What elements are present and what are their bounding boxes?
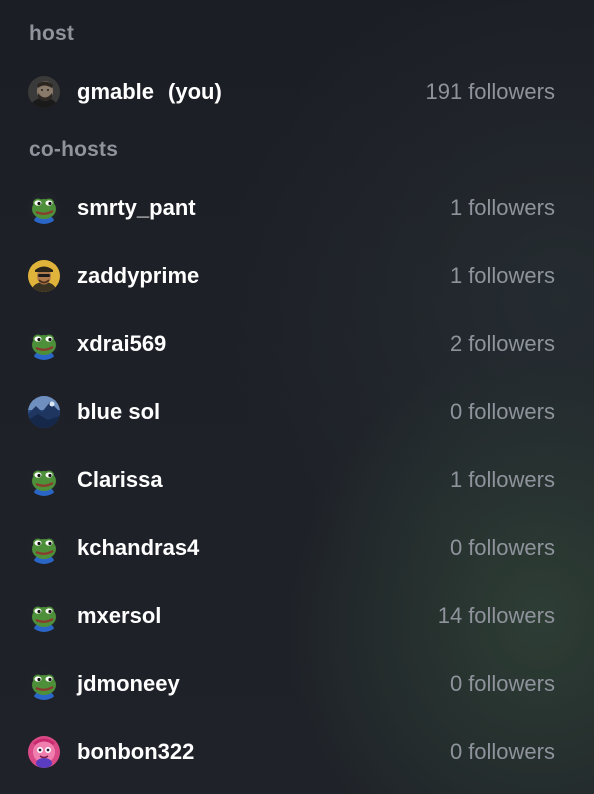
cohost-follower-count: 0 followers (450, 739, 555, 765)
cohost-row[interactable]: jdmoneey 0 followers (0, 656, 594, 712)
follower-number: 14 (437, 603, 463, 628)
cohost-row[interactable]: kchandras4 0 followers (0, 520, 594, 576)
follower-number: 1 (449, 467, 463, 492)
cohost-follower-count: 0 followers (450, 671, 555, 697)
follower-word: followers (468, 331, 555, 356)
frog-icon (28, 668, 60, 700)
follower-word: followers (468, 467, 555, 492)
blue-landscape-icon (28, 396, 60, 428)
host-follower-count: 191 followers (425, 79, 555, 105)
follower-word: followers (468, 195, 555, 220)
yellow-portrait-icon (28, 260, 60, 292)
cohost-username: xdrai569 (77, 331, 167, 356)
frog-icon (28, 464, 60, 496)
frog-icon (28, 328, 60, 360)
cohost-row[interactable]: smrty_pant 1 followers (0, 180, 594, 236)
cohost-follower-count: 14 followers (438, 603, 555, 629)
cohost-username: Clarissa (77, 467, 163, 492)
follower-number: 0 (449, 399, 463, 424)
follower-word: followers (468, 535, 555, 560)
cohost-row[interactable]: zaddyprime 1 followers (0, 248, 594, 304)
follower-word: followers (468, 399, 555, 424)
follower-word: followers (468, 263, 555, 288)
follower-number: 1 (449, 195, 463, 220)
follower-word: followers (468, 79, 555, 104)
cohost-username: kchandras4 (77, 535, 200, 560)
host-user-row[interactable]: gmable (you) 191 followers (0, 64, 594, 120)
pink-character-icon (28, 736, 60, 768)
cohost-row[interactable]: xdrai569 2 followers (0, 316, 594, 372)
host-username-text: gmable (77, 79, 155, 104)
cohost-username: zaddyprime (77, 263, 200, 288)
cohost-row[interactable]: mxersol 14 followers (0, 588, 594, 644)
cohost-username: bonbon322 (77, 739, 195, 764)
cohost-username: mxersol (77, 603, 162, 628)
cohost-follower-count: 0 followers (450, 399, 555, 425)
cohost-row[interactable]: blue sol 0 followers (0, 384, 594, 440)
follower-number: 0 (449, 671, 463, 696)
host-username: gmable (you) (77, 79, 222, 105)
follower-number: 0 (449, 535, 463, 560)
follower-number: 2 (449, 331, 463, 356)
follower-number: 0 (449, 739, 463, 764)
person-photo-icon (28, 76, 60, 108)
follower-number: 191 (425, 79, 463, 104)
cohost-follower-count: 1 followers (450, 195, 555, 221)
cohost-follower-count: 1 followers (450, 467, 555, 493)
cohost-section-label: co-hosts (29, 138, 119, 161)
participants-panel: host gmable(you) 191followers co-hosts (0, 0, 594, 794)
cohost-follower-count: 1 followers (450, 263, 555, 289)
cohost-username: smrty_pant (77, 195, 196, 220)
frog-icon (28, 192, 60, 224)
cohost-username: jdmoneey (77, 671, 180, 696)
frog-icon (28, 600, 60, 632)
follower-word: followers (468, 739, 555, 764)
cohost-follower-count: 2 followers (450, 331, 555, 357)
follower-word: followers (468, 671, 555, 696)
frog-icon (28, 532, 60, 564)
cohost-follower-count: 0 followers (450, 535, 555, 561)
you-tag: (you) (168, 79, 222, 104)
cohost-row[interactable]: Clarissa 1 followers (0, 452, 594, 508)
cohost-row[interactable]: bonbon322 0 followers (0, 724, 594, 780)
follower-word: followers (468, 603, 555, 628)
host-section-label: host (29, 22, 75, 45)
follower-number: 1 (449, 263, 463, 288)
cohost-username: blue sol (77, 399, 161, 424)
